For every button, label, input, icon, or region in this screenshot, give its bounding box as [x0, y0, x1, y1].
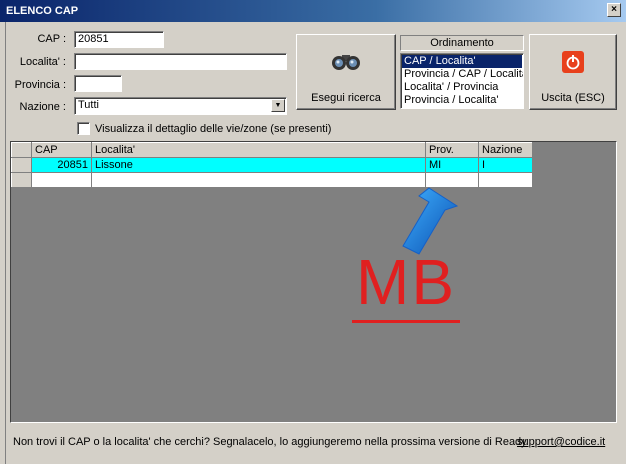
cell-empty[interactable]: [31, 172, 92, 188]
cap-input[interactable]: 20851: [74, 31, 164, 48]
window-title: ELENCO CAP: [6, 5, 79, 17]
detail-checkbox-label: Visualizza il dettaglio delle vie/zone (…: [95, 122, 332, 135]
nazione-value: Tutti: [78, 99, 99, 111]
ordinamento-option[interactable]: Provincia / CAP / Localita': [402, 68, 523, 81]
annotation-underline: [352, 320, 460, 323]
cell-empty[interactable]: [478, 172, 533, 188]
column-header-localita[interactable]: Localita': [91, 142, 426, 158]
search-button-label: Esegui ricerca: [311, 92, 381, 104]
results-grid: CAP Localita' Prov. Nazione 20851 Lisson…: [11, 142, 533, 188]
ordinamento-option[interactable]: CAP / Localita': [402, 55, 522, 68]
ordinamento-option[interactable]: Provincia / Localita': [402, 94, 522, 107]
cell-prov[interactable]: MI: [425, 157, 479, 173]
table-row[interactable]: 20851 Lissone MI I: [11, 157, 533, 173]
provincia-input[interactable]: [74, 75, 122, 92]
row-header[interactable]: [11, 157, 32, 173]
detail-checkbox-row[interactable]: Visualizza il dettaglio delle vie/zone (…: [77, 122, 331, 135]
exit-button-label: Uscita (ESC): [541, 92, 605, 104]
support-link[interactable]: support@codice.it: [517, 436, 605, 448]
row-header[interactable]: [11, 172, 32, 188]
ordinamento-title: Ordinamento: [400, 35, 524, 51]
provincia-label: Provincia :: [14, 79, 66, 91]
column-header-prov[interactable]: Prov.: [425, 142, 479, 158]
row-header-corner: [11, 142, 32, 158]
column-header-cap[interactable]: CAP: [31, 142, 92, 158]
cell-cap[interactable]: 20851: [31, 157, 92, 173]
exit-button[interactable]: Uscita (ESC): [529, 34, 617, 110]
cell-nazione[interactable]: I: [478, 157, 533, 173]
annotation-mb: MB: [356, 246, 456, 318]
grid-header-row: CAP Localita' Prov. Nazione: [11, 142, 533, 158]
localita-input[interactable]: [74, 53, 287, 70]
title-bar: ELENCO CAP ×: [0, 0, 626, 22]
ordinamento-option[interactable]: Localita' / Provincia: [402, 81, 522, 94]
binoculars-icon: [332, 55, 360, 70]
close-button[interactable]: ×: [607, 3, 621, 17]
cell-empty[interactable]: [91, 172, 426, 188]
cap-label: CAP :: [37, 33, 66, 45]
nazione-select[interactable]: Tutti ▼: [74, 97, 287, 115]
footer-message: Non trovi il CAP o la localita' che cerc…: [13, 436, 527, 448]
localita-label: Localita' :: [19, 56, 66, 68]
search-button[interactable]: Esegui ricerca: [296, 34, 396, 110]
chevron-down-icon[interactable]: ▼: [271, 99, 285, 112]
power-icon: [562, 51, 584, 73]
column-header-nazione[interactable]: Nazione: [478, 142, 533, 158]
detail-checkbox[interactable]: [77, 122, 90, 135]
results-grid-area[interactable]: CAP Localita' Prov. Nazione 20851 Lisson…: [10, 141, 617, 423]
ordinamento-list[interactable]: CAP / Localita' Provincia / CAP / Locali…: [400, 53, 524, 109]
nazione-label: Nazione :: [19, 101, 66, 113]
cell-localita[interactable]: Lissone: [91, 157, 426, 173]
